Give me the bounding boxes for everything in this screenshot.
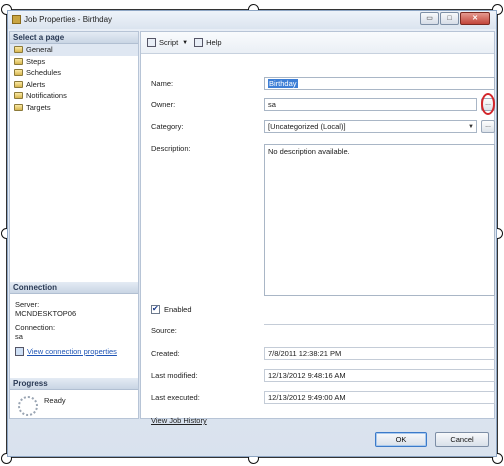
category-value: [Uncategorized (Local)] [268,122,346,131]
last-executed-label: Last executed: [151,393,200,402]
page-item-label: Steps [26,56,46,66]
last-modified-value: 12/13/2012 9:48:16 AM [264,369,495,382]
checkmark-icon: ✔ [152,304,159,313]
server-value: MCNDESKTOP06 [15,309,77,318]
maximize-icon: □ [447,15,452,22]
created-value: 7/8/2011 12:38:21 PM [264,347,495,360]
title-bar[interactable]: Job Properties - Birthday ▭ □ ✕ [8,11,496,29]
owner-field[interactable]: sa [264,98,477,111]
description-label: Description: [151,144,191,153]
page-icon [14,92,23,100]
app-icon [12,15,21,24]
page-item-steps[interactable]: Steps [10,56,138,68]
source-value [264,324,495,325]
page-item-schedules[interactable]: Schedules [10,67,138,79]
chevron-down-icon: ▼ [468,124,474,130]
progress-spinner-icon [18,396,38,416]
view-job-history-link[interactable]: View Job History [151,416,207,425]
enabled-label: Enabled [164,305,192,314]
select-page-header: Select a page [10,32,138,44]
maximize-button[interactable]: □ [440,12,459,25]
close-icon: ✕ [472,15,478,22]
page-icon [14,80,23,88]
connection-properties-icon [15,347,24,356]
minimize-button[interactable]: ▭ [420,12,439,25]
server-label: Server: [15,300,40,309]
category-dropdown[interactable]: [Uncategorized (Local)] ▼ [264,120,477,133]
page-item-label: General [26,45,53,55]
view-connection-row: View connection properties [10,347,138,356]
connection-label: Connection: [15,323,56,332]
ok-button[interactable]: OK [375,432,427,447]
window-controls: ▭ □ ✕ [419,12,490,25]
category-browse-button[interactable]: ... [481,120,495,133]
toolbar: Script ▼ Help [141,32,494,54]
help-icon [194,38,204,47]
page-item-general[interactable]: General [10,44,138,56]
page-item-label: Notifications [26,91,67,101]
window-title: Job Properties - Birthday [24,15,113,24]
general-page-panel: Script ▼ Help Name: Birthday Owner: sa .… [140,31,495,425]
page-item-alerts[interactable]: Alerts [10,79,138,91]
help-label: Help [206,38,222,47]
name-label: Name: [151,79,174,88]
help-button[interactable]: Help [194,38,222,47]
script-label: Script [159,38,179,47]
category-label: Category: [151,122,184,131]
name-value: Birthday [268,79,298,88]
page-item-label: Targets [26,102,51,112]
page-icon [14,103,23,111]
page-icon [14,57,23,65]
page-item-label: Schedules [26,68,62,78]
name-field[interactable]: Birthday [264,77,495,90]
connection-section: Connection Server: MCNDESKTOP06 Connecti… [10,282,138,356]
enabled-checkbox-row[interactable]: ✔ Enabled [151,304,192,314]
job-properties-dialog: Job Properties - Birthday ▭ □ ✕ Select a… [7,10,497,457]
description-textarea[interactable]: No description available. [264,144,495,296]
view-connection-properties-link[interactable]: View connection properties [27,347,117,356]
created-label: Created: [151,349,180,358]
minimize-icon: ▭ [426,15,433,22]
page-item-label: Alerts [26,79,46,89]
last-executed-value: 12/13/2012 9:49:00 AM [264,391,495,404]
page-icon [14,46,23,54]
highlight-ring [481,93,495,115]
last-modified-label: Last modified: [151,371,198,380]
owner-label: Owner: [151,100,176,109]
progress-section: Progress Ready [10,378,138,416]
page-icon [14,69,23,77]
source-label: Source: [151,326,177,335]
close-button[interactable]: ✕ [460,12,490,25]
page-list: General Steps Schedules Alerts Notifications… [10,44,138,113]
page-item-targets[interactable]: Targets [10,102,138,114]
progress-status: Ready [44,396,66,405]
left-pane: Select a page General Steps Schedules Alert… [9,31,139,419]
script-icon [147,38,156,47]
cancel-button[interactable]: Cancel [435,432,489,447]
enabled-checkbox[interactable]: ✔ [151,304,160,314]
connection-header: Connection [10,282,138,294]
script-button[interactable]: Script ▼ [147,38,188,47]
progress-header: Progress [10,378,138,390]
connection-value: sa [15,332,23,341]
page-item-notifications[interactable]: Notifications [10,90,138,102]
chevron-down-icon: ▼ [182,39,189,46]
